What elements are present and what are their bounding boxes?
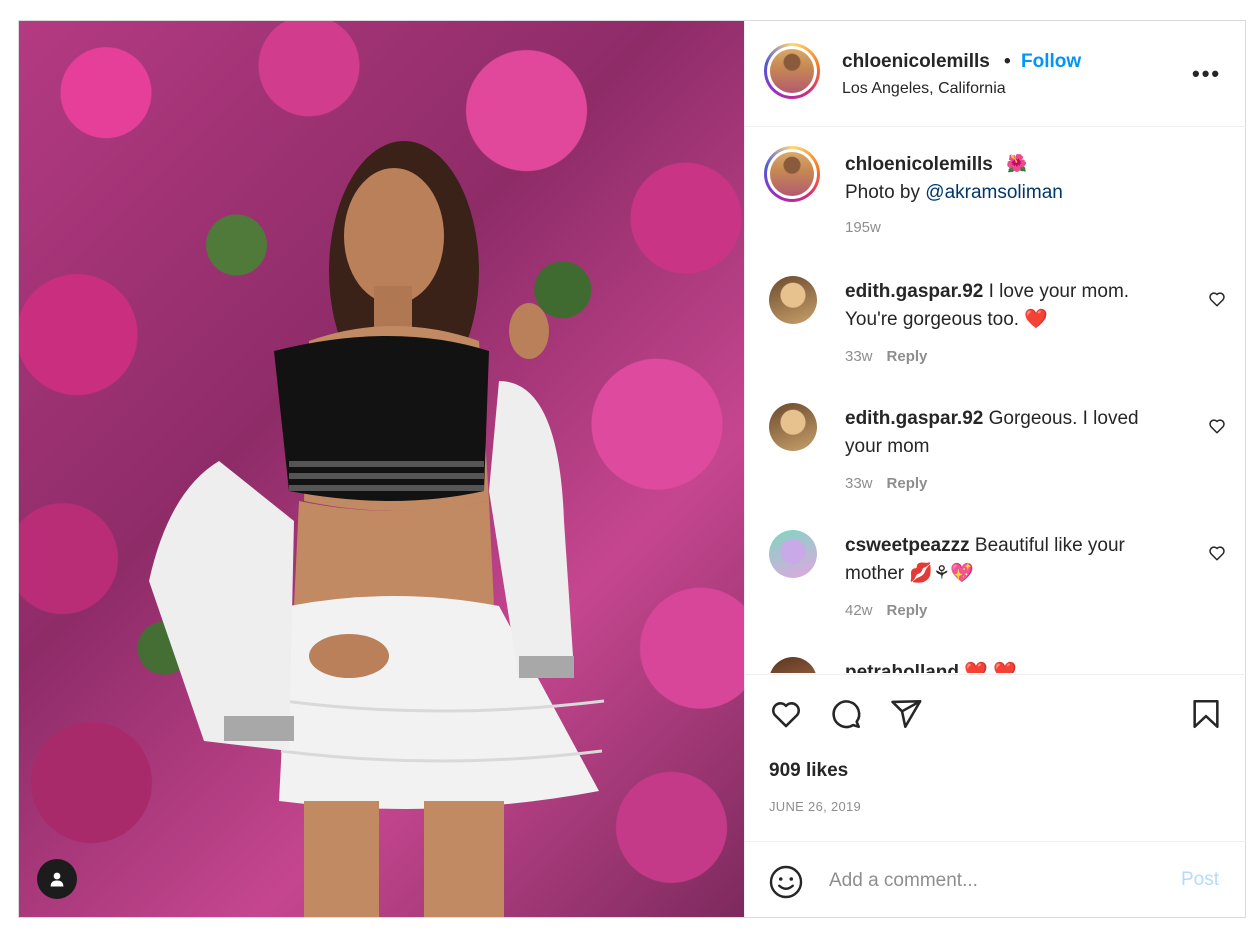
avatar-image	[770, 152, 814, 196]
comment-like-heart-icon[interactable]	[1208, 544, 1226, 562]
bookmark-icon[interactable]	[1188, 697, 1224, 731]
avatar-image	[770, 49, 814, 93]
comment-time[interactable]: 42w	[845, 602, 873, 619]
post-sidebar: chloenicolemills • Follow Los Angeles, C…	[744, 21, 1246, 917]
commenter-avatar[interactable]	[769, 530, 817, 578]
caption-text: Photo by @akramsoliman	[845, 182, 1063, 204]
share-icon[interactable]	[888, 697, 924, 731]
post-card: chloenicolemills • Follow Los Angeles, C…	[18, 20, 1246, 918]
user-tag-button[interactable]	[37, 859, 77, 899]
post-date[interactable]: JUNE 26, 2019	[769, 799, 861, 814]
comment-item: edith.gaspar.92 I love your mom. You're …	[745, 276, 1246, 396]
post-comment-button[interactable]: Post	[1181, 869, 1219, 891]
caption-emoji: 🌺	[1006, 154, 1028, 173]
add-comment-bar: Post	[745, 841, 1246, 918]
caption-username[interactable]: chloenicolemills	[845, 154, 993, 176]
comment-time[interactable]: 33w	[845, 348, 873, 365]
follow-button[interactable]: Follow	[1021, 51, 1081, 73]
comment-like-heart-icon[interactable]	[1208, 417, 1226, 435]
heart-icon[interactable]	[768, 697, 804, 731]
author-avatar[interactable]	[764, 43, 820, 99]
more-horizontal-icon[interactable]: •••	[1192, 61, 1221, 87]
comment-icon[interactable]	[828, 697, 864, 731]
reply-button[interactable]: Reply	[887, 475, 928, 492]
caption-prefix: Photo by	[845, 182, 926, 203]
caption-mention[interactable]: @akramsoliman	[925, 182, 1063, 203]
comment-username[interactable]: csweetpeazzz	[845, 535, 970, 556]
separator-dot: •	[1004, 51, 1011, 72]
reply-button[interactable]: Reply	[887, 602, 928, 619]
caption-time[interactable]: 195w	[845, 219, 881, 236]
comment-input[interactable]	[829, 866, 1159, 896]
reply-button[interactable]: Reply	[887, 348, 928, 365]
location-link[interactable]: Los Angeles, California	[842, 80, 1006, 98]
comment-meta: 42w Reply	[845, 602, 927, 619]
comment-username[interactable]: edith.gaspar.92	[845, 408, 983, 429]
post-header: chloenicolemills • Follow Los Angeles, C…	[745, 21, 1246, 127]
comment-body: ❤️ ❤️	[959, 662, 1017, 673]
commenter-avatar[interactable]	[769, 657, 817, 673]
person-icon	[50, 872, 64, 887]
comment-meta: 33w Reply	[845, 475, 927, 492]
comment-username[interactable]: petraholland	[845, 662, 959, 673]
comment-time[interactable]: 33w	[845, 475, 873, 492]
emoji-smile-icon[interactable]	[768, 864, 804, 900]
likes-count[interactable]: 909 likes	[769, 760, 848, 782]
comments-section[interactable]: chloenicolemills 🌺 Photo by @akramsolima…	[745, 127, 1246, 673]
comment-text: csweetpeazzz Beautiful like your mother …	[845, 532, 1165, 588]
author-username[interactable]: chloenicolemills	[842, 51, 990, 73]
caption-avatar[interactable]	[764, 146, 820, 202]
comment-text: edith.gaspar.92 I love your mom. You're …	[845, 278, 1165, 334]
comment-like-heart-icon[interactable]	[1208, 290, 1226, 308]
post-actions: 909 likes JUNE 26, 2019	[745, 674, 1246, 842]
comment-meta: 33w Reply	[845, 348, 927, 365]
comment-text: edith.gaspar.92 Gorgeous. I loved your m…	[845, 405, 1165, 461]
woman-figure-illustration	[149, 141, 605, 917]
comment-username[interactable]: edith.gaspar.92	[845, 281, 983, 302]
commenter-avatar[interactable]	[769, 403, 817, 451]
comment-text: petraholland ❤️ ❤️	[845, 659, 1165, 673]
post-photo[interactable]	[19, 21, 744, 917]
commenter-avatar[interactable]	[769, 276, 817, 324]
comment-item: edith.gaspar.92 Gorgeous. I loved your m…	[745, 403, 1246, 523]
comment-item: petraholland ❤️ ❤️	[745, 657, 1246, 673]
comment-item: csweetpeazzz Beautiful like your mother …	[745, 530, 1246, 650]
